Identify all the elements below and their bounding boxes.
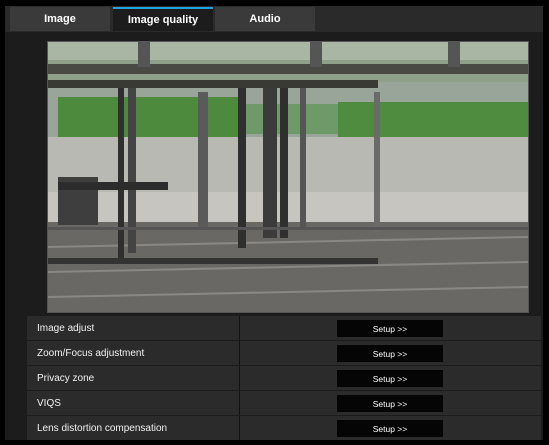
- camera-live-view: [47, 41, 529, 313]
- setting-label: Zoom/Focus adjustment: [37, 347, 145, 359]
- setting-row-viqs: VIQS Setup >>: [27, 391, 541, 415]
- divider: [239, 316, 240, 340]
- camera-scene-image: [48, 42, 528, 312]
- divider: [239, 366, 240, 390]
- setting-label: Image adjust: [37, 322, 95, 334]
- divider: [239, 341, 240, 365]
- setting-label: Privacy zone: [37, 372, 95, 384]
- setting-row-privacy-zone: Privacy zone Setup >>: [27, 366, 541, 390]
- setting-row-zoom-focus: Zoom/Focus adjustment Setup >>: [27, 341, 541, 365]
- setting-row-lens-distortion: Lens distortion compensation Setup >>: [27, 416, 541, 440]
- image-adjust-setup-button[interactable]: Setup >>: [337, 320, 443, 337]
- settings-panel: Image Image quality Audio Image adjust S…: [5, 6, 543, 440]
- tab-bar: Image Image quality Audio: [5, 6, 543, 32]
- setting-label: VIQS: [37, 397, 61, 409]
- zoom-focus-setup-button[interactable]: Setup >>: [337, 345, 443, 362]
- viqs-setup-button[interactable]: Setup >>: [337, 395, 443, 412]
- divider: [239, 416, 240, 440]
- settings-list: Image adjust Setup >> Zoom/Focus adjustm…: [27, 316, 541, 441]
- tab-audio[interactable]: Audio: [215, 7, 315, 31]
- setting-row-image-adjust: Image adjust Setup >>: [27, 316, 541, 340]
- privacy-zone-setup-button[interactable]: Setup >>: [337, 370, 443, 387]
- divider: [239, 391, 240, 415]
- lens-distortion-setup-button[interactable]: Setup >>: [337, 420, 443, 437]
- tab-image-quality[interactable]: Image quality: [113, 7, 213, 31]
- setting-label: Lens distortion compensation: [37, 422, 168, 434]
- tab-image[interactable]: Image: [10, 7, 110, 31]
